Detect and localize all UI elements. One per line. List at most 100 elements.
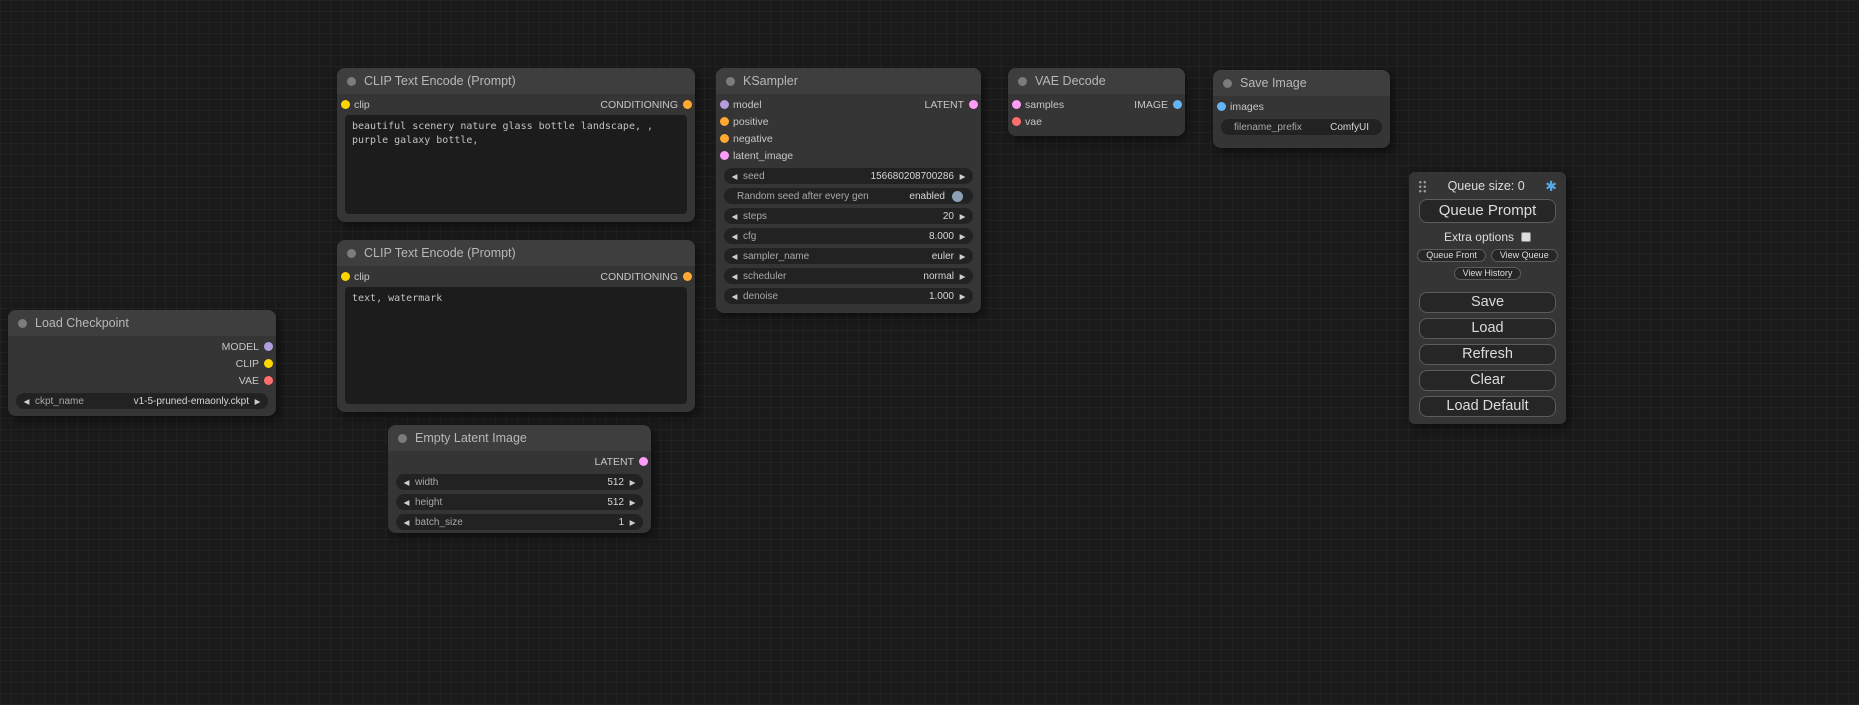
denoise-widget[interactable]: ◀ denoise 1.000 ▶ bbox=[724, 288, 973, 304]
clip-input-dot[interactable] bbox=[341, 272, 350, 281]
increment-arrow-icon[interactable]: ▶ bbox=[957, 172, 968, 181]
node-clip-negative-titlebar[interactable]: CLIP Text Encode (Prompt) bbox=[337, 240, 695, 266]
batch-size-widget[interactable]: ◀ batch_size 1 ▶ bbox=[396, 514, 643, 530]
node-ksampler-titlebar[interactable]: KSampler bbox=[716, 68, 981, 94]
queue-prompt-button[interactable]: Queue Prompt bbox=[1419, 199, 1556, 223]
seed-widget[interactable]: ◀ seed 156680208700286 ▶ bbox=[724, 168, 973, 184]
increment-arrow-icon[interactable]: ▶ bbox=[957, 272, 968, 281]
decrement-arrow-icon[interactable]: ◀ bbox=[729, 292, 740, 301]
node-load-checkpoint[interactable]: Load Checkpoint MODEL CLIP VAE ◀ ckpt_na… bbox=[8, 310, 276, 416]
samples-input-dot[interactable] bbox=[1012, 100, 1021, 109]
slot-label: LATENT bbox=[595, 456, 634, 468]
increment-arrow-icon[interactable]: ▶ bbox=[627, 518, 638, 527]
decrement-arrow-icon[interactable]: ◀ bbox=[21, 397, 32, 406]
decrement-arrow-icon[interactable]: ◀ bbox=[729, 212, 740, 221]
graph-canvas[interactable]: Load Checkpoint MODEL CLIP VAE ◀ ckpt_na… bbox=[0, 0, 1859, 705]
node-empty-latent-titlebar[interactable]: Empty Latent Image bbox=[388, 425, 651, 451]
ckpt-name-widget[interactable]: ◀ ckpt_name v1-5-pruned-emaonly.ckpt ▶ bbox=[16, 393, 268, 409]
decrement-arrow-icon[interactable]: ◀ bbox=[729, 172, 740, 181]
positive-prompt-textarea[interactable]: beautiful scenery nature glass bottle la… bbox=[345, 115, 687, 214]
widget-name: cfg bbox=[740, 231, 756, 242]
drag-handle-icon[interactable] bbox=[1418, 180, 1427, 193]
extra-options-checkbox[interactable] bbox=[1521, 232, 1531, 242]
widget-value: v1-5-pruned-emaonly.ckpt bbox=[134, 396, 252, 407]
node-empty-latent-image[interactable]: Empty Latent Image LATENT ◀ width 512 ▶ … bbox=[388, 425, 651, 533]
decrement-arrow-icon[interactable]: ◀ bbox=[729, 232, 740, 241]
increment-arrow-icon[interactable]: ▶ bbox=[957, 212, 968, 221]
scheduler-widget[interactable]: ◀ scheduler normal ▶ bbox=[724, 268, 973, 284]
load-default-button[interactable]: Load Default bbox=[1419, 396, 1556, 417]
slot-label: MODEL bbox=[222, 341, 259, 353]
images-input-dot[interactable] bbox=[1217, 102, 1226, 111]
view-history-button[interactable]: View History bbox=[1454, 267, 1522, 280]
settings-gear-icon[interactable]: ✱ bbox=[1545, 180, 1557, 193]
node-save-image[interactable]: Save Image images filename_prefix ComfyU… bbox=[1213, 70, 1390, 148]
increment-arrow-icon[interactable]: ▶ bbox=[957, 292, 968, 301]
decrement-arrow-icon[interactable]: ◀ bbox=[401, 498, 412, 507]
image-output-dot[interactable] bbox=[1173, 100, 1182, 109]
conditioning-output-dot[interactable] bbox=[683, 100, 692, 109]
decrement-arrow-icon[interactable]: ◀ bbox=[729, 272, 740, 281]
node-title: CLIP Text Encode (Prompt) bbox=[364, 246, 516, 260]
latent-output-dot[interactable] bbox=[969, 100, 978, 109]
node-clip-text-encode-negative[interactable]: CLIP Text Encode (Prompt) clip CONDITION… bbox=[337, 240, 695, 412]
increment-arrow-icon[interactable]: ▶ bbox=[957, 232, 968, 241]
random-seed-toggle-widget[interactable]: Random seed after every gen enabled bbox=[724, 188, 973, 204]
refresh-button[interactable]: Refresh bbox=[1419, 344, 1556, 365]
decrement-arrow-icon[interactable]: ◀ bbox=[729, 252, 740, 261]
latent-image-input-dot[interactable] bbox=[720, 151, 729, 160]
negative-input-dot[interactable] bbox=[720, 134, 729, 143]
latent-output-dot[interactable] bbox=[639, 457, 648, 466]
increment-arrow-icon[interactable]: ▶ bbox=[252, 397, 263, 406]
widget-name: filename_prefix bbox=[1231, 122, 1302, 133]
node-ksampler[interactable]: KSampler model LATENT positive negative … bbox=[716, 68, 981, 313]
widget-value: 512 bbox=[607, 477, 627, 488]
slot-label: CLIP bbox=[236, 358, 259, 370]
positive-input-dot[interactable] bbox=[720, 117, 729, 126]
height-widget[interactable]: ◀ height 512 ▶ bbox=[396, 494, 643, 510]
save-button[interactable]: Save bbox=[1419, 292, 1556, 313]
sampler-name-widget[interactable]: ◀ sampler_name euler ▶ bbox=[724, 248, 973, 264]
node-title: Load Checkpoint bbox=[35, 316, 129, 330]
load-button[interactable]: Load bbox=[1419, 318, 1556, 339]
widget-value: 156680208700286 bbox=[871, 171, 957, 182]
node-load-checkpoint-titlebar[interactable]: Load Checkpoint bbox=[8, 310, 276, 336]
widget-value: 512 bbox=[607, 497, 627, 508]
node-title: KSampler bbox=[743, 74, 798, 88]
toggle-knob-icon[interactable] bbox=[952, 191, 963, 202]
node-title: VAE Decode bbox=[1035, 74, 1106, 88]
increment-arrow-icon[interactable]: ▶ bbox=[627, 498, 638, 507]
input-slot-vae: vae bbox=[1008, 113, 1185, 130]
clip-output-dot[interactable] bbox=[264, 359, 273, 368]
increment-arrow-icon[interactable]: ▶ bbox=[627, 478, 638, 487]
node-clip-text-encode-positive[interactable]: CLIP Text Encode (Prompt) clip CONDITION… bbox=[337, 68, 695, 222]
view-queue-button[interactable]: View Queue bbox=[1491, 249, 1558, 262]
decrement-arrow-icon[interactable]: ◀ bbox=[401, 478, 412, 487]
slot-label: LATENT bbox=[925, 99, 964, 111]
conditioning-output-dot[interactable] bbox=[683, 272, 692, 281]
node-status-dot-icon bbox=[18, 319, 27, 328]
model-output-dot[interactable] bbox=[264, 342, 273, 351]
cfg-widget[interactable]: ◀ cfg 8.000 ▶ bbox=[724, 228, 973, 244]
node-save-image-titlebar[interactable]: Save Image bbox=[1213, 70, 1390, 96]
vae-input-dot[interactable] bbox=[1012, 117, 1021, 126]
increment-arrow-icon[interactable]: ▶ bbox=[957, 252, 968, 261]
slot-label: CONDITIONING bbox=[600, 271, 678, 283]
node-clip-positive-titlebar[interactable]: CLIP Text Encode (Prompt) bbox=[337, 68, 695, 94]
node-vae-decode[interactable]: VAE Decode samples IMAGE vae bbox=[1008, 68, 1185, 136]
slot-label: clip bbox=[354, 271, 370, 283]
negative-prompt-textarea[interactable]: text, watermark bbox=[345, 287, 687, 404]
decrement-arrow-icon[interactable]: ◀ bbox=[401, 518, 412, 527]
link-layer bbox=[0, 0, 300, 150]
model-input-dot[interactable] bbox=[720, 100, 729, 109]
steps-widget[interactable]: ◀ steps 20 ▶ bbox=[724, 208, 973, 224]
queue-front-button[interactable]: Queue Front bbox=[1417, 249, 1486, 262]
width-widget[interactable]: ◀ width 512 ▶ bbox=[396, 474, 643, 490]
vae-output-dot[interactable] bbox=[264, 376, 273, 385]
node-vae-decode-titlebar[interactable]: VAE Decode bbox=[1008, 68, 1185, 94]
widget-name: ckpt_name bbox=[32, 396, 84, 407]
node-title: Empty Latent Image bbox=[415, 431, 527, 445]
clear-button[interactable]: Clear bbox=[1419, 370, 1556, 391]
clip-input-dot[interactable] bbox=[341, 100, 350, 109]
filename-prefix-widget[interactable]: filename_prefix ComfyUI bbox=[1221, 119, 1382, 135]
